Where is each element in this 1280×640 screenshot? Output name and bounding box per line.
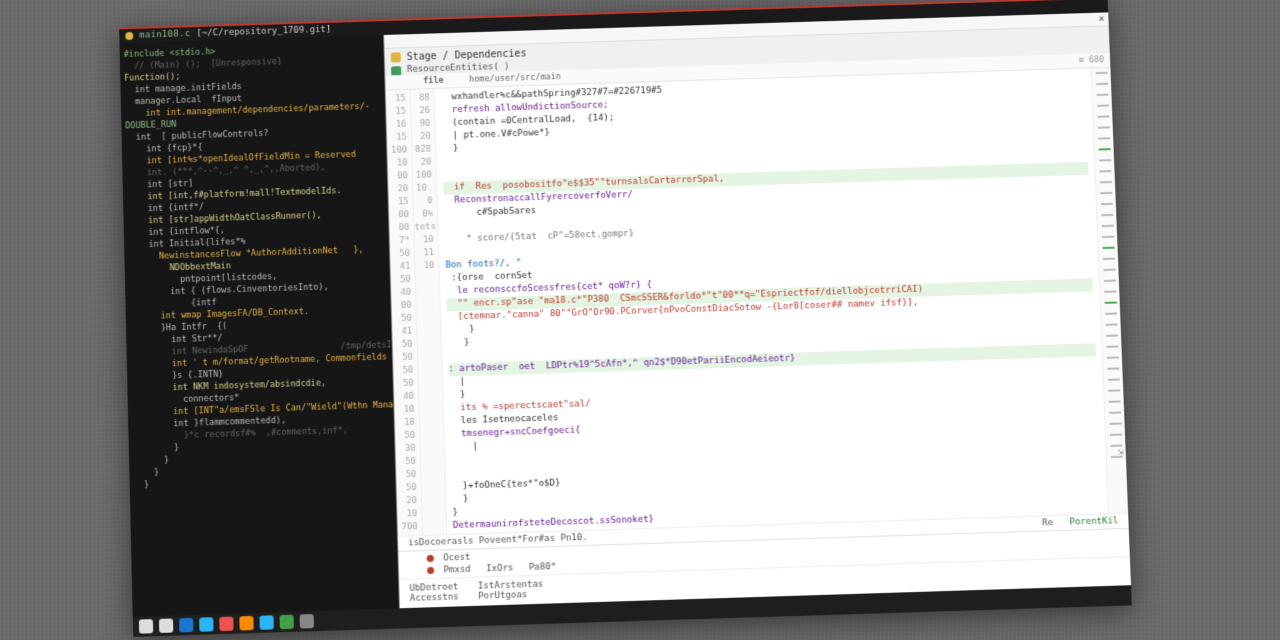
taskbar-app-icon[interactable] bbox=[219, 617, 233, 632]
diff-window: ✕ Stage / Dependencies ResourceEntities(… bbox=[383, 12, 1131, 608]
bottom-tab[interactable]: Ocest bbox=[443, 553, 470, 564]
taskbar-app-icon[interactable] bbox=[159, 618, 173, 633]
open-file-name: main108.c bbox=[139, 29, 190, 40]
close-icon[interactable]: ✕ bbox=[1098, 13, 1104, 24]
file-icon bbox=[391, 52, 401, 62]
status-item[interactable]: isDocoerasls bbox=[408, 536, 474, 548]
status-flag: Re bbox=[1042, 518, 1053, 528]
status-ok: PorentKil bbox=[1069, 516, 1118, 528]
taskbar-app-icon[interactable] bbox=[179, 618, 193, 633]
crumb-path: home/user/src/main bbox=[469, 72, 561, 85]
taskbar-app-icon[interactable] bbox=[139, 619, 153, 634]
taskbar-app-icon[interactable] bbox=[300, 614, 314, 629]
bottom-tab[interactable]: Pmxsd bbox=[443, 565, 470, 576]
window-indicator-icon bbox=[125, 32, 133, 40]
taskbar-app-icon[interactable] bbox=[239, 616, 253, 631]
dark-editor-pane[interactable]: #include <stdio.h> // (Main) (); [Unresp… bbox=[119, 35, 398, 617]
status-item[interactable]: Poveent*For#as bbox=[479, 534, 555, 546]
scroll-affordance-icon[interactable]: ⇲ bbox=[1117, 446, 1124, 459]
error-dot-icon bbox=[427, 555, 434, 562]
diff-code-column[interactable]: wxhandler%c&&pathSpring#327#7=#226719#5 … bbox=[434, 68, 1108, 534]
taskbar-app-icon[interactable] bbox=[279, 615, 293, 630]
taskbar-app-icon[interactable] bbox=[199, 617, 213, 632]
diff-body[interactable]: 151516151001000201500007*504150400050415… bbox=[386, 68, 1128, 536]
crumb-right-meta: ≡ 680 bbox=[1078, 55, 1104, 66]
taskbar-app-icon[interactable] bbox=[259, 615, 273, 630]
tool-tab[interactable]: Accesstns bbox=[410, 592, 459, 604]
bottom-tab[interactable]: IxOrs bbox=[486, 563, 513, 574]
status-item[interactable]: Pn10. bbox=[560, 533, 587, 544]
tool-tab[interactable]: PorUtgoas bbox=[478, 590, 527, 602]
error-dot-icon bbox=[427, 567, 434, 574]
crumb-file-label: file bbox=[423, 76, 444, 87]
bottom-tab[interactable]: Pa80* bbox=[529, 562, 556, 573]
